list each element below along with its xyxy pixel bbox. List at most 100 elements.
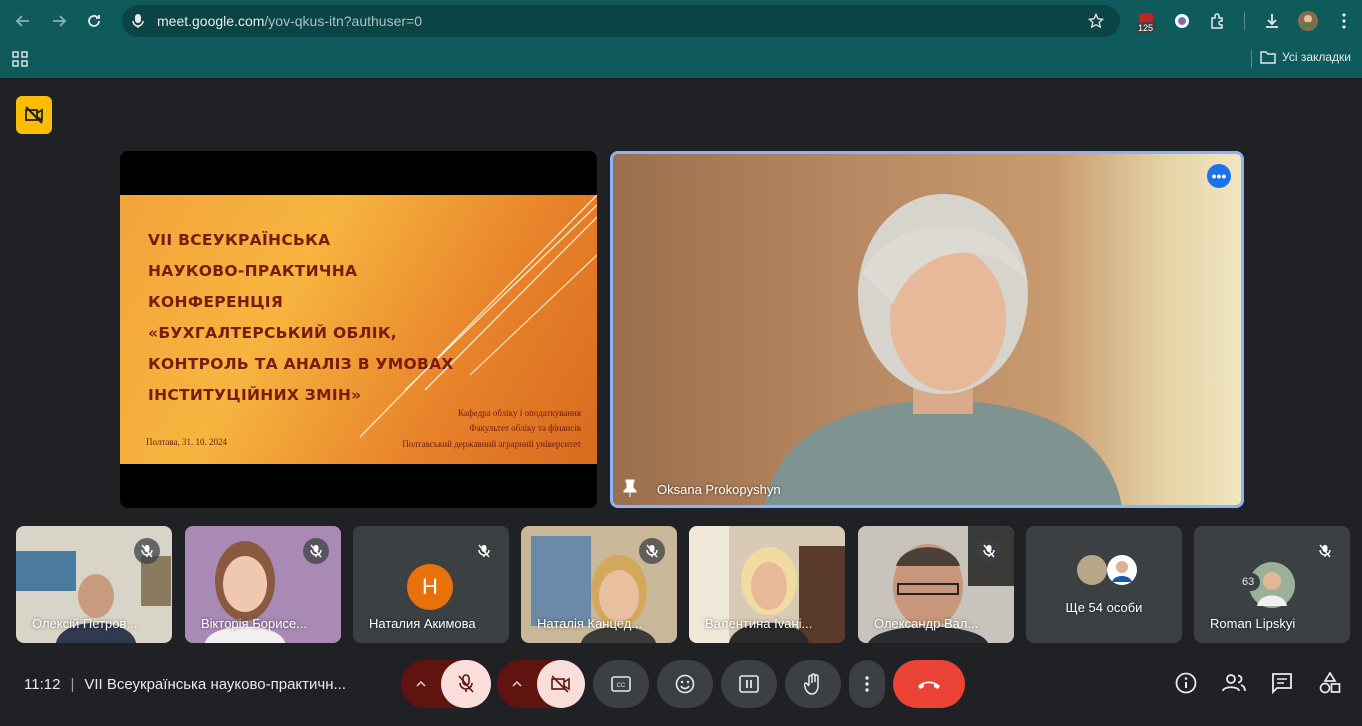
participant-tile[interactable]: Вікторія Борисе... bbox=[185, 526, 341, 643]
speaker-video bbox=[764, 194, 1122, 505]
participant-tile[interactable]: Валентина Іvaні... bbox=[689, 526, 845, 643]
people-icon bbox=[1222, 674, 1246, 692]
participant-name: Наталия Акимова bbox=[369, 616, 476, 631]
more-actions-button[interactable] bbox=[849, 660, 885, 708]
speaker-name: Oksana Prokopyshyn bbox=[657, 482, 781, 497]
people-count-badge: 63 bbox=[1236, 573, 1261, 591]
bookmarks-bar: Усі закладки bbox=[0, 44, 1362, 74]
reactions-button[interactable] bbox=[657, 660, 713, 708]
toolbar-divider bbox=[1244, 12, 1245, 30]
reload-button[interactable] bbox=[81, 8, 107, 34]
bookmark-star-icon[interactable] bbox=[1086, 11, 1106, 31]
reload-icon bbox=[88, 15, 100, 27]
extension-badge: 125 bbox=[1137, 23, 1155, 33]
chat-button[interactable] bbox=[1269, 670, 1295, 696]
participant-name: Олександр Вал... bbox=[874, 616, 979, 631]
participant-avatars-stack bbox=[1077, 555, 1137, 585]
participant-name: Roman Lipskyi bbox=[1210, 616, 1296, 631]
more-participants-tile[interactable]: Ще 54 особи bbox=[1026, 526, 1182, 643]
address-bar[interactable]: meet.google.com/yov-qkus-itn?authuser=0 bbox=[122, 5, 1120, 37]
apps-grid-icon[interactable] bbox=[12, 51, 28, 72]
chat-icon bbox=[1272, 673, 1292, 694]
people-button[interactable] bbox=[1221, 670, 1247, 696]
muted-indicator bbox=[976, 538, 1002, 564]
presentation-tile[interactable]: VII ВСЕУКРАЇНСЬКА НАУКОВО-ПРАКТИЧНА КОНФ… bbox=[120, 151, 597, 508]
microphone-toggle-button[interactable] bbox=[441, 660, 491, 708]
pin-icon[interactable] bbox=[623, 479, 637, 502]
present-icon bbox=[739, 675, 759, 693]
meeting-separator: | bbox=[70, 676, 75, 693]
meet-stage: VII ВСЕУКРАЇНСЬКА НАУКОВО-ПРАКТИЧНА КОНФ… bbox=[0, 78, 1362, 726]
audio-options-button[interactable] bbox=[401, 660, 441, 708]
arrow-left-icon bbox=[15, 15, 29, 27]
mic-off-icon bbox=[141, 544, 153, 558]
activities-button[interactable] bbox=[1317, 670, 1343, 696]
presentation-slide: VII ВСЕУКРАЇНСЬКА НАУКОВО-ПРАКТИЧНА КОНФ… bbox=[120, 195, 597, 464]
mic-off-icon bbox=[310, 544, 322, 558]
microphone-icon[interactable] bbox=[128, 11, 148, 31]
back-button[interactable] bbox=[10, 8, 36, 34]
slide-date: Полтава, 31. 10. 2024 bbox=[146, 437, 228, 447]
audio-control-group bbox=[401, 660, 491, 708]
info-icon bbox=[1175, 672, 1197, 694]
meeting-title: VII Всеукраїнська науково-практичн... bbox=[84, 676, 347, 693]
svg-text:CC: CC bbox=[617, 683, 626, 689]
slide-title: VII ВСЕУКРАЇНСЬКА НАУКОВО-ПРАКТИЧНА КОНФ… bbox=[148, 231, 454, 404]
shapes-icon bbox=[1319, 672, 1341, 694]
participant-name: Вікторія Борисе... bbox=[201, 616, 308, 631]
participant-tile[interactable]: Н Наталия Акимова bbox=[353, 526, 509, 643]
extension-calendar-icon[interactable]: 125 bbox=[1133, 8, 1159, 34]
extension-circle-icon[interactable] bbox=[1169, 8, 1195, 34]
video-off-icon bbox=[25, 106, 43, 124]
more-vertical-icon bbox=[865, 676, 869, 692]
participant-tile[interactable]: Наталія Канцед... bbox=[521, 526, 677, 643]
mic-off-icon bbox=[478, 544, 490, 558]
participant-tile[interactable]: Roman Lipskyi bbox=[1194, 526, 1350, 643]
browser-menu-icon[interactable] bbox=[1331, 8, 1357, 34]
speaker-tile[interactable]: ••• Oksana Prokopyshyn bbox=[610, 151, 1244, 508]
muted-indicator bbox=[1312, 538, 1338, 564]
captions-button[interactable]: CC bbox=[593, 660, 649, 708]
leave-call-button[interactable] bbox=[893, 660, 965, 708]
mic-off-icon bbox=[646, 544, 658, 558]
present-button[interactable] bbox=[721, 660, 777, 708]
participant-tile[interactable]: Олексій Петров... bbox=[16, 526, 172, 643]
chevron-up-icon bbox=[416, 681, 426, 687]
forward-button[interactable] bbox=[46, 8, 72, 34]
all-bookmarks-label: Усі закладки bbox=[1282, 50, 1352, 64]
emoji-icon bbox=[675, 674, 695, 694]
browser-toolbar: meet.google.com/yov-qkus-itn?authuser=0 … bbox=[0, 0, 1362, 78]
phone-hangup-icon bbox=[918, 681, 940, 689]
muted-indicator bbox=[639, 538, 665, 564]
raise-hand-button[interactable] bbox=[785, 660, 841, 708]
participant-name: Наталія Канцед... bbox=[537, 616, 643, 631]
profile-avatar[interactable] bbox=[1295, 8, 1321, 34]
video-options-button[interactable] bbox=[497, 660, 537, 708]
video-off-icon bbox=[551, 675, 570, 693]
slide-university: Полтавський державний аграрний університ… bbox=[402, 439, 581, 449]
muted-indicator bbox=[303, 538, 329, 564]
chevron-up-icon bbox=[512, 681, 522, 687]
mic-off-icon bbox=[1319, 544, 1331, 558]
hidden-tiles-indicator[interactable] bbox=[16, 96, 52, 134]
captions-icon: CC bbox=[611, 676, 631, 692]
more-options-button[interactable]: ••• bbox=[1207, 164, 1231, 188]
participant-name: Валентина Іvaні... bbox=[705, 616, 813, 631]
participant-avatar: Н bbox=[407, 564, 453, 610]
arrow-right-icon bbox=[53, 15, 67, 27]
video-control-group bbox=[497, 660, 585, 708]
slide-faculty: Факультет обліку та фінансів bbox=[469, 423, 581, 433]
all-bookmarks-button[interactable]: Усі закладки bbox=[1260, 50, 1351, 64]
url-text: meet.google.com/yov-qkus-itn?authuser=0 bbox=[157, 13, 422, 29]
extensions-puzzle-icon[interactable] bbox=[1205, 8, 1231, 34]
meeting-details-button[interactable] bbox=[1173, 670, 1199, 696]
participant-tile[interactable]: Олександр Вал... bbox=[858, 526, 1014, 643]
muted-indicator bbox=[471, 538, 497, 564]
call-controls-bar: 11:12 | VII Всеукраїнська науково-практи… bbox=[0, 656, 1362, 726]
download-icon[interactable] bbox=[1259, 8, 1285, 34]
meeting-info: 11:12 | VII Всеукраїнська науково-практи… bbox=[24, 676, 346, 693]
more-participants-label: Ще 54 особи bbox=[1065, 600, 1143, 615]
meeting-time: 11:12 bbox=[24, 676, 61, 693]
camera-toggle-button[interactable] bbox=[537, 660, 585, 708]
mic-off-icon bbox=[983, 544, 995, 558]
